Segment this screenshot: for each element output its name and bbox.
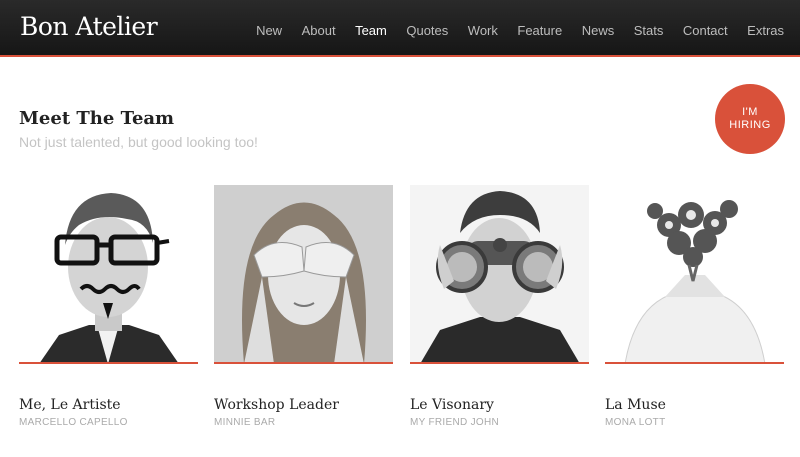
member-name: MY FRIEND JOHN: [410, 417, 500, 428]
flower-bouquet-photo[interactable]: [605, 185, 784, 364]
team-member-card: Le Visonary MY FRIEND JOHN: [410, 185, 589, 428]
nav-link-news[interactable]: News: [582, 23, 615, 38]
man-with-binoculars-photo[interactable]: [410, 185, 589, 364]
team-member-card: La Muse MONA LOTT: [605, 185, 784, 428]
member-role: Me, Le Artiste: [19, 397, 121, 413]
hiring-badge-button[interactable]: I'M HIRING: [715, 84, 785, 154]
portrait-illustration: [410, 185, 589, 362]
portrait-illustration: [605, 185, 784, 362]
nav-link-feature[interactable]: Feature: [517, 23, 562, 38]
nav-link-work[interactable]: Work: [468, 23, 498, 38]
nav-link-about[interactable]: About: [302, 23, 336, 38]
member-name: MARCELLO CAPELLO: [19, 417, 128, 428]
team-member-card: Workshop Leader MINNIE BAR: [214, 185, 393, 428]
member-role: La Muse: [605, 397, 666, 413]
nav-link-team[interactable]: Team: [355, 23, 387, 38]
nav-link-extras[interactable]: Extras: [747, 23, 784, 38]
member-name: MINNIE BAR: [214, 417, 276, 428]
nav-link-new[interactable]: New: [256, 23, 282, 38]
section-title: Meet The Team: [19, 108, 175, 129]
portrait-illustration: [214, 185, 393, 362]
section-subtitle: Not just talented, but good looking too!: [19, 134, 258, 150]
main-nav: New About Team Quotes Work Feature News …: [237, 23, 784, 38]
brand-logo[interactable]: Bon Atelier: [20, 12, 158, 41]
top-navbar: Bon Atelier New About Team Quotes Work F…: [0, 0, 800, 57]
hiring-badge-line1: I'M: [742, 106, 758, 118]
man-with-drawn-glasses-photo[interactable]: [19, 185, 198, 364]
nav-link-stats[interactable]: Stats: [634, 23, 664, 38]
nav-link-contact[interactable]: Contact: [683, 23, 728, 38]
nav-link-quotes[interactable]: Quotes: [406, 23, 448, 38]
member-role: Le Visonary: [410, 397, 494, 413]
team-member-card: Me, Le Artiste MARCELLO CAPELLO: [19, 185, 198, 428]
member-role: Workshop Leader: [214, 397, 339, 413]
woman-covering-eyes-photo[interactable]: [214, 185, 393, 364]
hiring-badge-line2: HIRING: [729, 119, 771, 131]
portrait-illustration: [19, 185, 198, 362]
member-name: MONA LOTT: [605, 417, 666, 428]
